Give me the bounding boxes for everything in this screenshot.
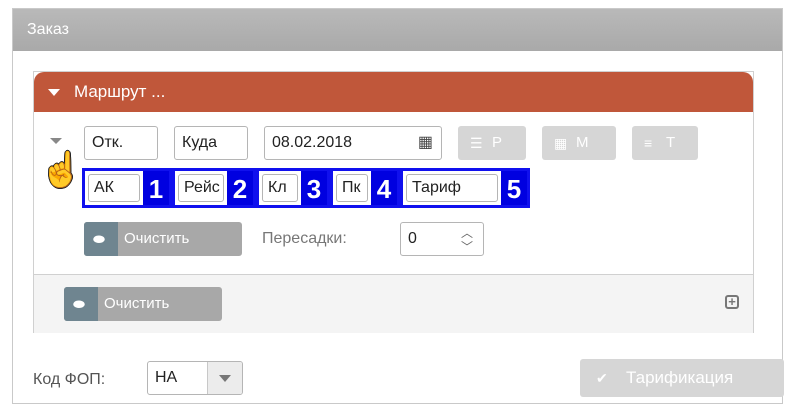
tariff-calc-button[interactable]: ✔ Тарификация (580, 359, 784, 397)
tariff-field-marker[interactable]: Тариф 5 (400, 168, 530, 208)
fop-code-label: Код ФОП: (33, 371, 106, 388)
to-field[interactable]: Куда (174, 126, 248, 160)
route-title: Маршрут ... (74, 82, 166, 101)
marker-number: 2 (227, 171, 253, 205)
footer-clear-button[interactable]: ⬬ Очистить (64, 287, 222, 321)
pk-field[interactable]: Пк (336, 174, 368, 202)
collapse-triangle-icon[interactable] (48, 89, 60, 96)
route-button-p[interactable]: ☰ Р (458, 126, 526, 160)
calendar-icon[interactable]: ▦ (418, 127, 433, 159)
dropdown-arrow-icon[interactable] (207, 362, 242, 394)
tariff-icon: ≡ (644, 135, 653, 151)
grid-icon: ▦ (554, 135, 568, 151)
fop-code-value: НА (155, 369, 178, 386)
class-field[interactable]: Кл (262, 174, 298, 202)
transfers-label: Пересадки: (262, 230, 347, 247)
from-field[interactable]: Отк. (84, 126, 158, 160)
tariff-field[interactable]: Тариф (406, 174, 498, 202)
class-field-marker[interactable]: Кл 3 (256, 168, 330, 208)
stepper-down-icon[interactable]: ﹀ (461, 231, 473, 255)
list-icon: ☰ (470, 135, 483, 151)
route-block: Маршрут ... Отк. Куда 08.02.2018 ▦ ☰ Р ▦… (33, 71, 754, 333)
route-button-t[interactable]: ≡ Т (632, 126, 698, 160)
marker-number: 3 (301, 171, 327, 205)
route-footer: ⬬ Очистить + (34, 275, 753, 333)
flight-field[interactable]: Рейс (178, 174, 224, 202)
date-value: 08.02.2018 (272, 134, 353, 151)
route-body: Отк. Куда 08.02.2018 ▦ ☰ Р ▦ М ≡ Т АК 1 (34, 112, 753, 275)
order-panel-title: Заказ (13, 9, 782, 51)
fop-code-select[interactable]: НА (147, 361, 243, 395)
order-panel: Заказ Маршрут ... Отк. Куда 08.02.2018 ▦… (12, 8, 784, 404)
check-icon: ✔ (596, 370, 608, 386)
pk-field-marker[interactable]: Пк 4 (330, 168, 400, 208)
marker-number: 5 (501, 171, 527, 205)
date-field[interactable]: 08.02.2018 ▦ (264, 126, 442, 160)
expand-row-icon[interactable] (50, 138, 62, 144)
transfers-value: 0 (408, 230, 417, 247)
route-button-m[interactable]: ▦ М (542, 126, 616, 160)
route-clear-button[interactable]: ⬬ Очистить (84, 222, 242, 256)
marker-number: 4 (371, 171, 397, 205)
airline-field[interactable]: АК (88, 174, 140, 202)
flight-field-marker[interactable]: Рейс 2 (172, 168, 256, 208)
eraser-icon: ⬬ (84, 222, 118, 256)
route-header[interactable]: Маршрут ... (34, 72, 753, 112)
transfers-stepper[interactable]: 0 ︿ ﹀ (400, 222, 484, 256)
hand-cursor-icon: ☝ (40, 151, 83, 189)
marker-number: 1 (143, 171, 169, 205)
eraser-icon: ⬬ (64, 287, 98, 321)
airline-field-marker[interactable]: АК 1 (82, 168, 172, 208)
add-icon[interactable]: + (725, 295, 739, 309)
